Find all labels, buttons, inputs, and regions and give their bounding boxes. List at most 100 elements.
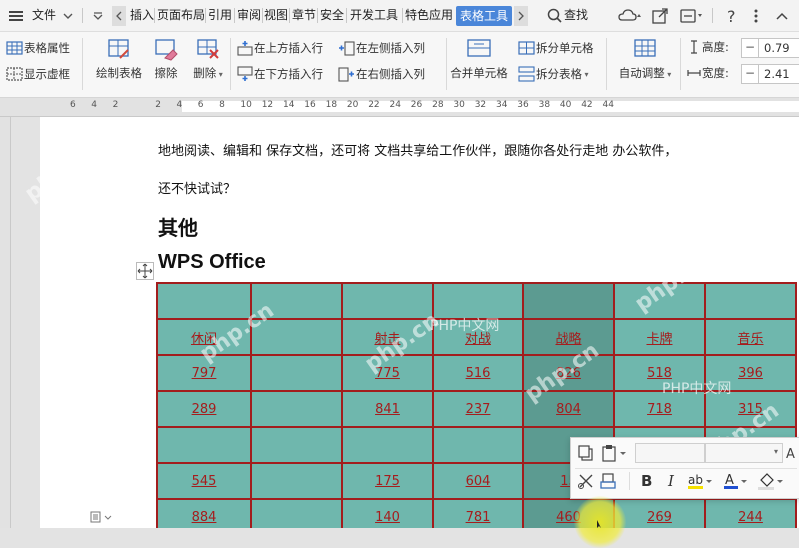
table-cell[interactable] xyxy=(613,282,706,320)
table-cell[interactable] xyxy=(341,426,434,464)
tab-features[interactable]: 特色应用 xyxy=(405,0,453,31)
height-input[interactable]: − 0.79 xyxy=(741,38,799,58)
table-cell[interactable]: 射击 xyxy=(341,318,434,356)
delete-button[interactable]: 删除 ▾ xyxy=(188,36,228,81)
horizontal-ruler[interactable]: 6 4 2 2 4 6 8 10 12 14 16 18 20 22 24 26 28 30 32 34 36 38 40 4… xyxy=(0,98,799,117)
insert-row-below-button[interactable]: 在下方插入行 xyxy=(236,66,323,82)
page-layout-icon[interactable] xyxy=(90,511,114,526)
tab-insert[interactable]: 插入 xyxy=(130,0,154,31)
table-cell[interactable]: 518 xyxy=(613,354,706,392)
show-gridlines-button[interactable]: 显示虚框 xyxy=(6,66,70,82)
erase-button[interactable]: 擦除 xyxy=(150,36,182,81)
table-cell[interactable] xyxy=(432,426,524,464)
split-table-button[interactable]: 拆分表格 ▾ xyxy=(518,66,589,82)
tab-developer[interactable]: 开发工具 xyxy=(350,0,398,31)
table-cell[interactable] xyxy=(156,282,252,320)
grow-font-icon[interactable]: A xyxy=(785,444,799,465)
draw-table-button[interactable]: 绘制表格 xyxy=(92,36,146,81)
tab-table-tools[interactable]: 表格工具 xyxy=(456,6,513,26)
decrement-height-button[interactable]: − xyxy=(742,39,759,57)
table-cell[interactable]: 卡牌 xyxy=(613,318,706,356)
table-cell[interactable] xyxy=(341,282,434,320)
scroll-left-icon[interactable] xyxy=(112,6,126,26)
table-move-handle-icon[interactable] xyxy=(136,262,154,280)
table-cell[interactable] xyxy=(250,390,343,428)
table-cell[interactable]: 音乐 xyxy=(704,318,797,356)
table-cell[interactable]: 781 xyxy=(432,498,524,528)
font-size-select[interactable]: ▾ xyxy=(705,443,783,463)
table-cell[interactable] xyxy=(250,462,343,500)
tab-security[interactable]: 安全 xyxy=(320,0,344,31)
table-cell[interactable]: 545 xyxy=(156,462,252,500)
table-cell[interactable]: 775 xyxy=(341,354,434,392)
table-cell[interactable]: 175 xyxy=(341,462,434,500)
more-icon[interactable] xyxy=(746,6,766,26)
copy-icon[interactable] xyxy=(577,444,595,465)
quick-access-icon[interactable] xyxy=(88,6,108,26)
font-color-icon[interactable]: A xyxy=(723,471,749,494)
table-cell[interactable] xyxy=(432,282,524,320)
table-cell[interactable]: 396 xyxy=(704,354,797,392)
bold-icon[interactable]: B xyxy=(639,471,655,494)
table-cell[interactable]: 315 xyxy=(704,390,797,428)
table-cell[interactable]: 对战 xyxy=(432,318,524,356)
insert-col-left-button[interactable]: 在左侧插入列 xyxy=(338,40,425,56)
tab-chapter[interactable]: 章节 xyxy=(292,0,316,31)
table-cell[interactable]: 841 xyxy=(341,390,434,428)
table-cell[interactable] xyxy=(250,498,343,528)
search-icon[interactable] xyxy=(545,6,565,26)
table-cell[interactable]: 797 xyxy=(156,354,252,392)
table-cell[interactable] xyxy=(156,426,252,464)
insert-col-right-button[interactable]: 在右侧插入列 xyxy=(338,66,425,82)
table-cell[interactable]: 804 xyxy=(522,390,615,428)
table-cell[interactable] xyxy=(250,282,343,320)
share-icon[interactable] xyxy=(650,6,670,26)
highlight-icon[interactable]: ab xyxy=(687,471,713,494)
table-cell[interactable] xyxy=(522,282,615,320)
italic-icon[interactable]: I xyxy=(665,471,681,494)
insert-row-above-button[interactable]: 在上方插入行 xyxy=(236,40,323,56)
table-cell[interactable]: 884 xyxy=(156,498,252,528)
insert-col-right-label: 在右侧插入列 xyxy=(356,67,425,81)
font-name-select[interactable] xyxy=(635,443,705,463)
table-cell[interactable]: 战略 xyxy=(522,318,615,356)
collapse-ribbon-icon[interactable] xyxy=(772,6,792,26)
table-cell[interactable]: 718 xyxy=(613,390,706,428)
table-cell[interactable]: 604 xyxy=(432,462,524,500)
width-input[interactable]: − 2.41 xyxy=(741,64,799,84)
tab-view[interactable]: 视图 xyxy=(264,0,288,31)
table-cell[interactable] xyxy=(704,282,797,320)
table-cell[interactable]: 826 xyxy=(522,354,615,392)
table-cell[interactable] xyxy=(250,426,343,464)
collaborate-icon[interactable] xyxy=(678,6,704,26)
merge-cells-button[interactable]: 合并单元格 xyxy=(448,36,510,81)
table-properties-button[interactable]: 表格属性 xyxy=(6,40,70,56)
file-menu[interactable]: 文件 xyxy=(32,0,56,31)
help-icon[interactable]: ? xyxy=(722,6,742,26)
table-cell[interactable]: 244 xyxy=(704,498,797,528)
table-cell[interactable]: 140 xyxy=(341,498,434,528)
table-cell[interactable] xyxy=(250,318,343,356)
auto-fit-button[interactable]: 自动调整 ▾ xyxy=(614,36,676,81)
clear-format-icon[interactable] xyxy=(599,472,619,493)
paste-icon[interactable] xyxy=(601,444,627,465)
search-label[interactable]: 查找 xyxy=(564,0,588,31)
table-cell[interactable]: 516 xyxy=(432,354,524,392)
table-cell[interactable]: 237 xyxy=(432,390,524,428)
format-painter-icon[interactable] xyxy=(577,472,595,493)
tab-page-layout[interactable]: 页面布局 xyxy=(157,0,205,31)
decrement-width-button[interactable]: − xyxy=(742,65,759,83)
tab-references[interactable]: 引用 xyxy=(208,0,232,31)
vertical-ruler[interactable] xyxy=(0,117,11,528)
tab-review[interactable]: 审阅 xyxy=(237,0,261,31)
cloud-sync-icon[interactable] xyxy=(617,6,643,26)
table-cell[interactable]: 269 xyxy=(613,498,706,528)
table-cell[interactable]: 休闲 xyxy=(156,318,252,356)
chevron-down-icon[interactable] xyxy=(58,6,78,26)
table-cell[interactable] xyxy=(250,354,343,392)
split-cells-button[interactable]: 拆分单元格 xyxy=(518,40,594,56)
menu-icon[interactable] xyxy=(6,6,26,26)
table-cell[interactable]: 289 xyxy=(156,390,252,428)
shading-icon[interactable] xyxy=(757,471,785,494)
scroll-right-icon[interactable] xyxy=(514,6,528,26)
